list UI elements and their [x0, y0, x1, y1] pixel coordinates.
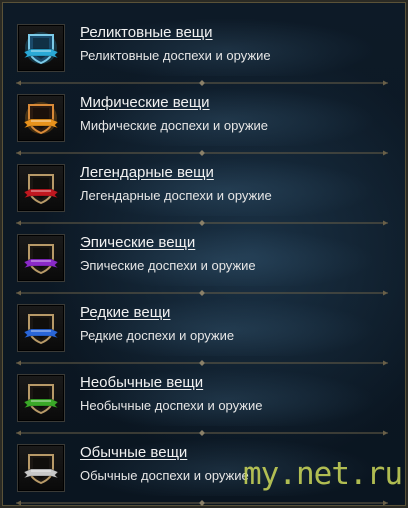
category-title-link[interactable]: Редкие вещи [80, 304, 170, 321]
shield-uncommon-icon [22, 384, 60, 415]
category-subtitle: Обычные доспехи и оружие [80, 468, 249, 483]
shield-relic-icon [22, 32, 60, 65]
category-subtitle: Необычные доспехи и оружие [80, 398, 263, 413]
item-icon-frame[interactable] [17, 24, 65, 72]
category-title-link[interactable]: Эпические вещи [80, 234, 195, 251]
category-subtitle: Эпические доспехи и оружие [80, 258, 256, 273]
category-row[interactable]: Эпические вещи Эпические доспехи и оружие [16, 220, 394, 296]
shield-common-icon [22, 454, 60, 485]
item-icon-frame[interactable] [17, 164, 65, 212]
category-title-link[interactable]: Легендарные вещи [80, 164, 214, 181]
shield-epic-icon [22, 244, 60, 275]
item-icon-frame[interactable] [17, 444, 65, 492]
category-subtitle: Редкие доспехи и оружие [80, 328, 235, 343]
item-icon-frame[interactable] [17, 94, 65, 142]
category-row[interactable]: Реликтовные вещи Реликтовные доспехи и ор… [16, 10, 394, 86]
category-subtitle: Легендарные доспехи и оружие [80, 188, 272, 203]
item-icon-frame[interactable] [17, 374, 65, 422]
item-icon-frame[interactable] [17, 234, 65, 282]
category-title-link[interactable]: Мифические вещи [80, 94, 210, 111]
shield-mythic-icon [22, 102, 60, 135]
category-title-link[interactable]: Реликтовные вещи [80, 24, 213, 41]
category-subtitle: Мифические доспехи и оружие [80, 118, 269, 133]
item-icon-frame[interactable] [17, 304, 65, 352]
watermark: my.net.ru [243, 456, 403, 492]
category-subtitle: Реликтовные доспехи и оружие [80, 48, 271, 63]
category-title-link[interactable]: Необычные вещи [80, 374, 203, 391]
category-row[interactable]: Легендарные вещи Легендарные доспехи и ор… [16, 150, 394, 226]
category-row[interactable]: Редкие вещи Редкие доспехи и оружие [16, 290, 394, 366]
shield-rare-icon [22, 314, 60, 345]
category-row[interactable]: Необычные вещи Необычные доспехи и оружие [16, 360, 394, 436]
row-divider [16, 500, 388, 506]
shield-legendary-icon [22, 174, 60, 205]
item-category-list: Реликтовные вещи Реликтовные доспехи и ор… [16, 10, 394, 506]
category-title-link[interactable]: Обычные вещи [80, 444, 187, 461]
item-category-panel: Реликтовные вещи Реликтовные доспехи и ор… [0, 0, 408, 508]
category-row[interactable]: Мифические вещи Мифические доспехи и оруж… [16, 80, 394, 156]
